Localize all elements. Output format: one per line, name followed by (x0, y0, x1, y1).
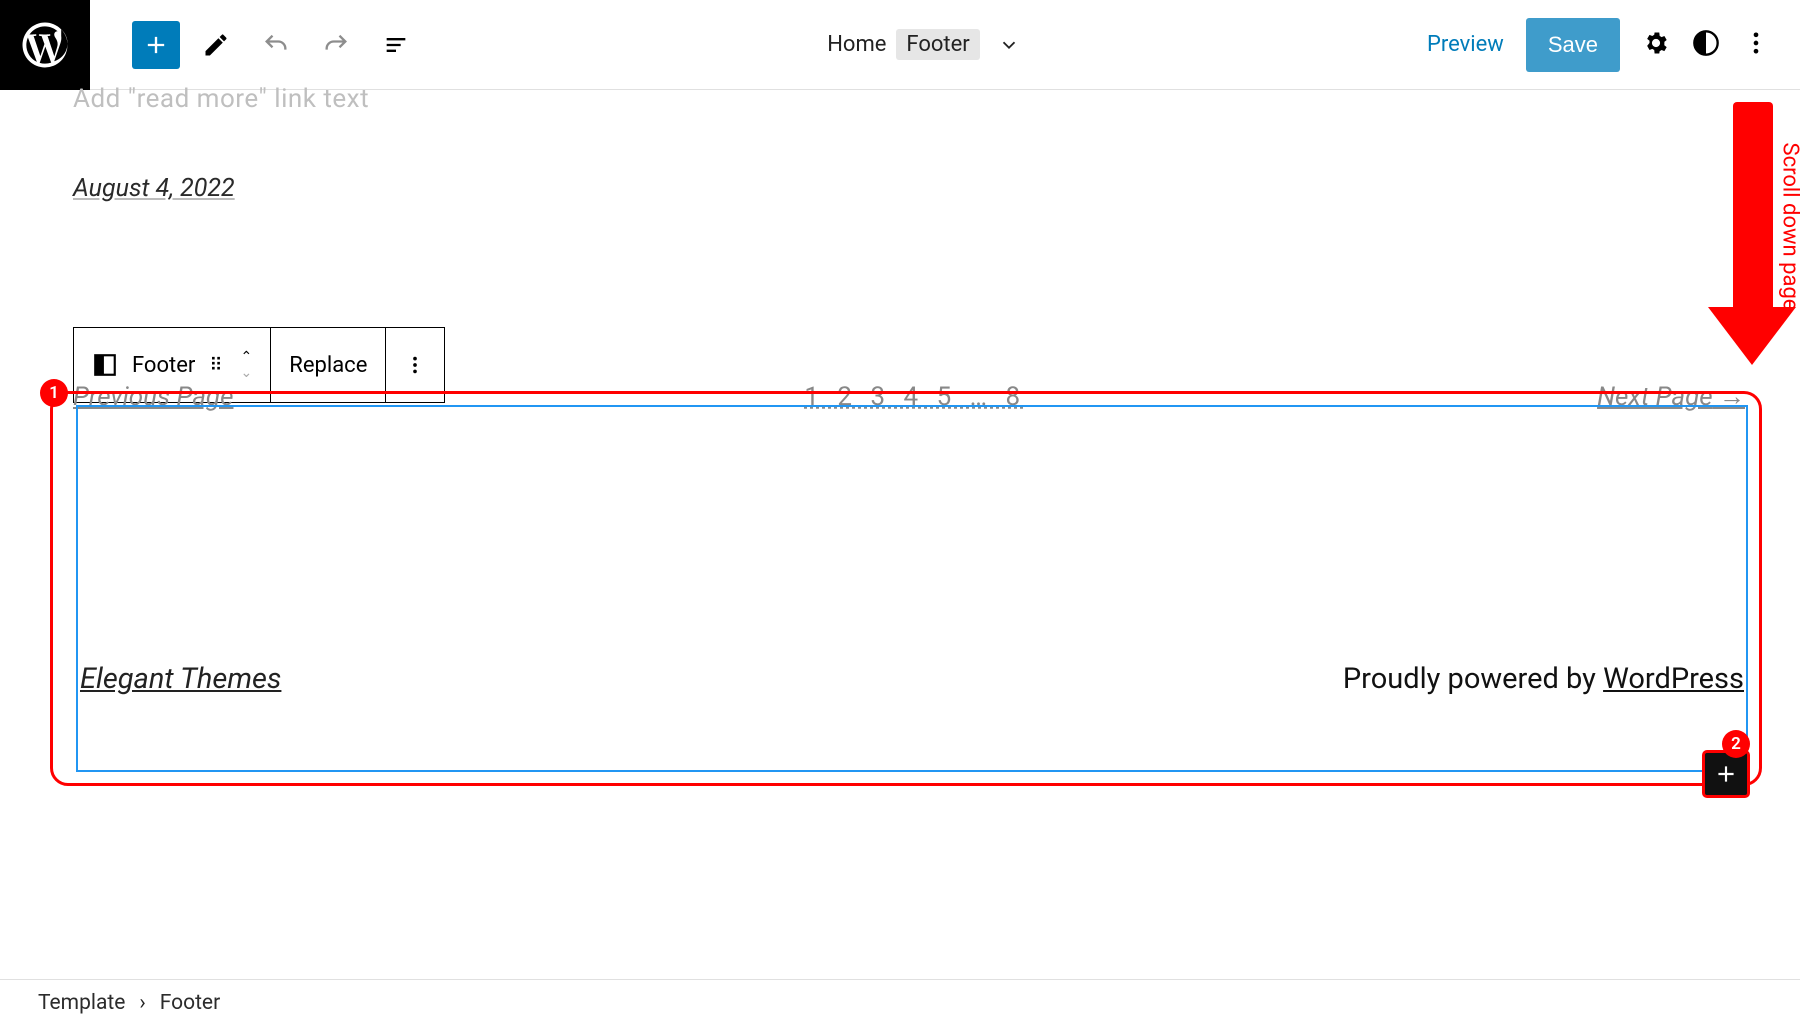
wp-logo[interactable] (0, 0, 90, 90)
mover-controls: ⌃ ⌄ (241, 350, 253, 380)
editor-canvas: Add "read more" link text August 4, 2022… (0, 84, 1800, 973)
read-more-placeholder[interactable]: Add "read more" link text (73, 84, 1745, 114)
block-toolbar-label: Footer (132, 353, 195, 378)
annotation-badge-2: 2 (1722, 730, 1750, 758)
scroll-label: Scroll down page (1778, 143, 1800, 311)
post-date[interactable]: August 4, 2022 (73, 174, 235, 203)
gear-icon (1642, 29, 1670, 57)
redo-icon (322, 31, 350, 59)
insert-block-button[interactable] (132, 21, 180, 69)
kebab-icon (404, 354, 426, 376)
settings-button[interactable] (1642, 29, 1670, 61)
list-view-button[interactable] (372, 21, 420, 69)
annotation-badge-1: 1 (40, 379, 68, 407)
top-right-controls: Preview Save (1427, 18, 1770, 72)
chevron-right-icon: › (139, 991, 145, 1015)
more-options-button[interactable] (1742, 29, 1770, 61)
plus-icon (1713, 761, 1739, 787)
bottom-breadcrumb: Template › Footer (0, 979, 1800, 1025)
edit-tool-button[interactable] (192, 21, 240, 69)
move-down-button[interactable]: ⌄ (241, 366, 253, 380)
save-button[interactable]: Save (1526, 18, 1620, 72)
add-block-button[interactable] (1702, 750, 1750, 798)
redo-button[interactable] (312, 21, 360, 69)
footer-template-part[interactable]: Elegant Themes Proudly powered by WordPr… (76, 405, 1748, 772)
contrast-icon (1692, 29, 1720, 57)
breadcrumb-home: Home (827, 32, 886, 57)
template-part-icon (92, 352, 118, 378)
breadcrumb-current[interactable]: Footer (160, 991, 220, 1015)
arrow-head-icon (1708, 307, 1796, 365)
annotation-highlight-1: Elegant Themes Proudly powered by WordPr… (50, 391, 1762, 786)
arrow-shaft (1733, 102, 1773, 307)
plus-icon (142, 31, 170, 59)
kebab-icon (1742, 29, 1770, 57)
move-up-button[interactable]: ⌃ (241, 350, 253, 364)
styles-button[interactable] (1692, 29, 1720, 61)
powered-by-text: Proudly powered by WordPress (1343, 662, 1744, 696)
breadcrumb-root[interactable]: Template (38, 991, 125, 1015)
wordpress-icon (18, 18, 72, 72)
preview-link[interactable]: Preview (1427, 32, 1504, 57)
site-title-link[interactable]: Elegant Themes (80, 662, 281, 696)
list-view-icon (382, 31, 410, 59)
pencil-icon (202, 31, 230, 59)
undo-button[interactable] (252, 21, 300, 69)
undo-icon (262, 31, 290, 59)
drag-handle-icon[interactable]: ⠿ (209, 355, 226, 376)
scroll-arrow-annotation (1721, 102, 1784, 362)
top-toolbar: Home Footer Preview Save (0, 0, 1800, 90)
chevron-down-icon[interactable] (998, 34, 1020, 56)
template-part-label: Footer (896, 29, 979, 60)
top-left-tools (132, 0, 420, 89)
document-title[interactable]: Home Footer (420, 29, 1427, 60)
footer-credit-row: Elegant Themes Proudly powered by WordPr… (78, 662, 1746, 696)
wordpress-link[interactable]: WordPress (1603, 662, 1744, 696)
